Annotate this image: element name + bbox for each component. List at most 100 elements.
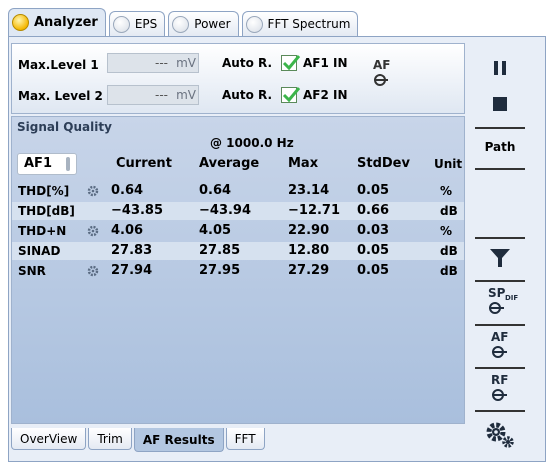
top-tab-bar: Analyzer EPS Power FFT Spectrum <box>8 8 359 36</box>
tab-label: Power <box>194 17 231 31</box>
tab-eps[interactable]: EPS <box>108 11 166 36</box>
status-led-off-icon <box>112 15 130 33</box>
table-row: SINAD 27.83 27.85 12.80 0.05 dB <box>12 242 464 260</box>
af-icon: AF <box>488 330 512 362</box>
pause-icon <box>494 61 506 75</box>
unit-value: dB <box>440 204 458 218</box>
rf-label: RF <box>491 373 509 387</box>
row-label: SNR <box>18 264 46 278</box>
connector-icon <box>489 302 504 314</box>
max-level-1-label: Max.Level 1 <box>18 58 99 72</box>
average-value: 27.85 <box>199 243 241 258</box>
tab-label: Analyzer <box>34 15 98 30</box>
checkmark-icon <box>282 87 301 103</box>
column-header-unit: Unit <box>434 157 463 171</box>
divider <box>475 324 525 326</box>
unit-value: dB <box>440 244 458 258</box>
selector-handle-icon <box>66 157 70 171</box>
max-level-1-value: --- <box>155 56 168 70</box>
connector-icon <box>492 346 507 358</box>
max-level-2-field[interactable]: --- mV <box>107 85 199 105</box>
current-value: 4.06 <box>111 223 144 238</box>
spdif-sub-label: DIF <box>505 294 519 302</box>
current-value: 0.64 <box>111 183 144 198</box>
tab-power[interactable]: Power <box>168 11 239 36</box>
status-led-on-icon <box>12 14 29 31</box>
table-row: SNR 27.94 27.95 27.29 0.05 dB <box>12 262 464 280</box>
checkmark-icon <box>282 55 301 71</box>
current-value: 27.94 <box>111 263 153 278</box>
filter-icon <box>490 249 510 267</box>
af1-in-checkbox[interactable] <box>281 55 301 71</box>
tab-af-results[interactable]: AF Results <box>133 428 224 452</box>
divider <box>475 280 525 282</box>
max-value: −12.71 <box>288 203 341 218</box>
tab-analyzer[interactable]: Analyzer <box>8 8 106 36</box>
af-input-icon: AF <box>373 58 399 89</box>
row-label: THD+N <box>18 224 67 238</box>
row-label: THD[%] <box>18 184 70 198</box>
average-value: 0.64 <box>199 183 232 198</box>
unit-value: dB <box>440 264 458 278</box>
path-label: Path <box>484 140 516 154</box>
tab-label: FFT Spectrum <box>267 17 351 31</box>
frequency-readout: @ 1000.0 Hz <box>210 136 294 150</box>
max-value: 12.80 <box>288 243 330 258</box>
divider <box>475 127 525 129</box>
spdif-label: SP <box>488 286 506 300</box>
column-header-max: Max <box>288 156 319 171</box>
column-header-current: Current <box>116 156 172 171</box>
column-header-stddev: StdDev <box>357 156 410 171</box>
unit-value: % <box>440 224 453 238</box>
spdif-input-button[interactable]: SP DIF <box>472 284 528 320</box>
tab-fft-spectrum[interactable]: FFT Spectrum <box>241 11 359 36</box>
max-level-1-unit: mV <box>176 56 196 70</box>
stop-icon <box>493 97 507 111</box>
af1-in-label: AF1 IN <box>303 56 348 70</box>
stop-button[interactable] <box>472 90 528 118</box>
rf-icon: RF <box>488 373 512 405</box>
rf-input-button[interactable]: RF <box>472 372 528 406</box>
af2-in-checkbox[interactable] <box>281 87 301 103</box>
side-toolbar: Path SP DIF AF RF <box>472 44 528 458</box>
row-label: SINAD <box>18 244 61 258</box>
divider <box>475 410 525 412</box>
af-input-button[interactable]: AF <box>472 329 528 363</box>
stddev-value: 0.03 <box>357 223 390 238</box>
table-row: THD[%] 0.64 0.64 23.14 0.05 % <box>12 182 464 200</box>
average-value: 4.05 <box>199 223 232 238</box>
table-row: THD[dB] −43.85 −43.94 −12.71 0.66 dB <box>12 202 464 220</box>
bottom-tab-bar: OverView Trim AF Results FFT <box>11 428 265 452</box>
gear-icon[interactable] <box>87 225 99 237</box>
status-led-off-icon <box>245 15 263 33</box>
connector-icon <box>374 74 388 86</box>
table-row: THD+N 4.06 4.05 22.90 0.03 % <box>12 222 464 240</box>
divider <box>475 367 525 369</box>
max-value: 22.90 <box>288 223 330 238</box>
max-level-2-label: Max. Level 2 <box>18 89 103 103</box>
settings-button[interactable] <box>472 418 528 452</box>
stddev-value: 0.05 <box>357 183 390 198</box>
stddev-value: 0.05 <box>357 243 390 258</box>
tab-fft[interactable]: FFT <box>225 428 265 450</box>
gear-icon[interactable] <box>87 185 99 197</box>
status-led-off-icon <box>172 15 190 33</box>
tab-overview[interactable]: OverView <box>11 428 87 450</box>
max-level-1-field[interactable]: --- mV <box>107 53 199 73</box>
gear-icon[interactable] <box>87 265 99 277</box>
channel-selector[interactable]: AF1 <box>17 153 77 175</box>
connector-icon <box>492 389 507 401</box>
pause-button[interactable] <box>472 54 528 82</box>
signal-quality-title: Signal Quality <box>17 120 112 134</box>
tab-label: EPS <box>134 17 158 31</box>
stddev-value: 0.66 <box>357 203 390 218</box>
path-button[interactable]: Path <box>472 136 528 158</box>
stddev-value: 0.05 <box>357 263 390 278</box>
tab-trim[interactable]: Trim <box>88 428 132 450</box>
af-icon-label: AF <box>373 58 391 72</box>
filter-button[interactable] <box>472 244 528 272</box>
gears-icon <box>486 422 514 448</box>
unit-value: % <box>440 184 453 198</box>
auto-range-1-label: Auto R. <box>222 56 273 70</box>
current-value: 27.83 <box>111 243 153 258</box>
